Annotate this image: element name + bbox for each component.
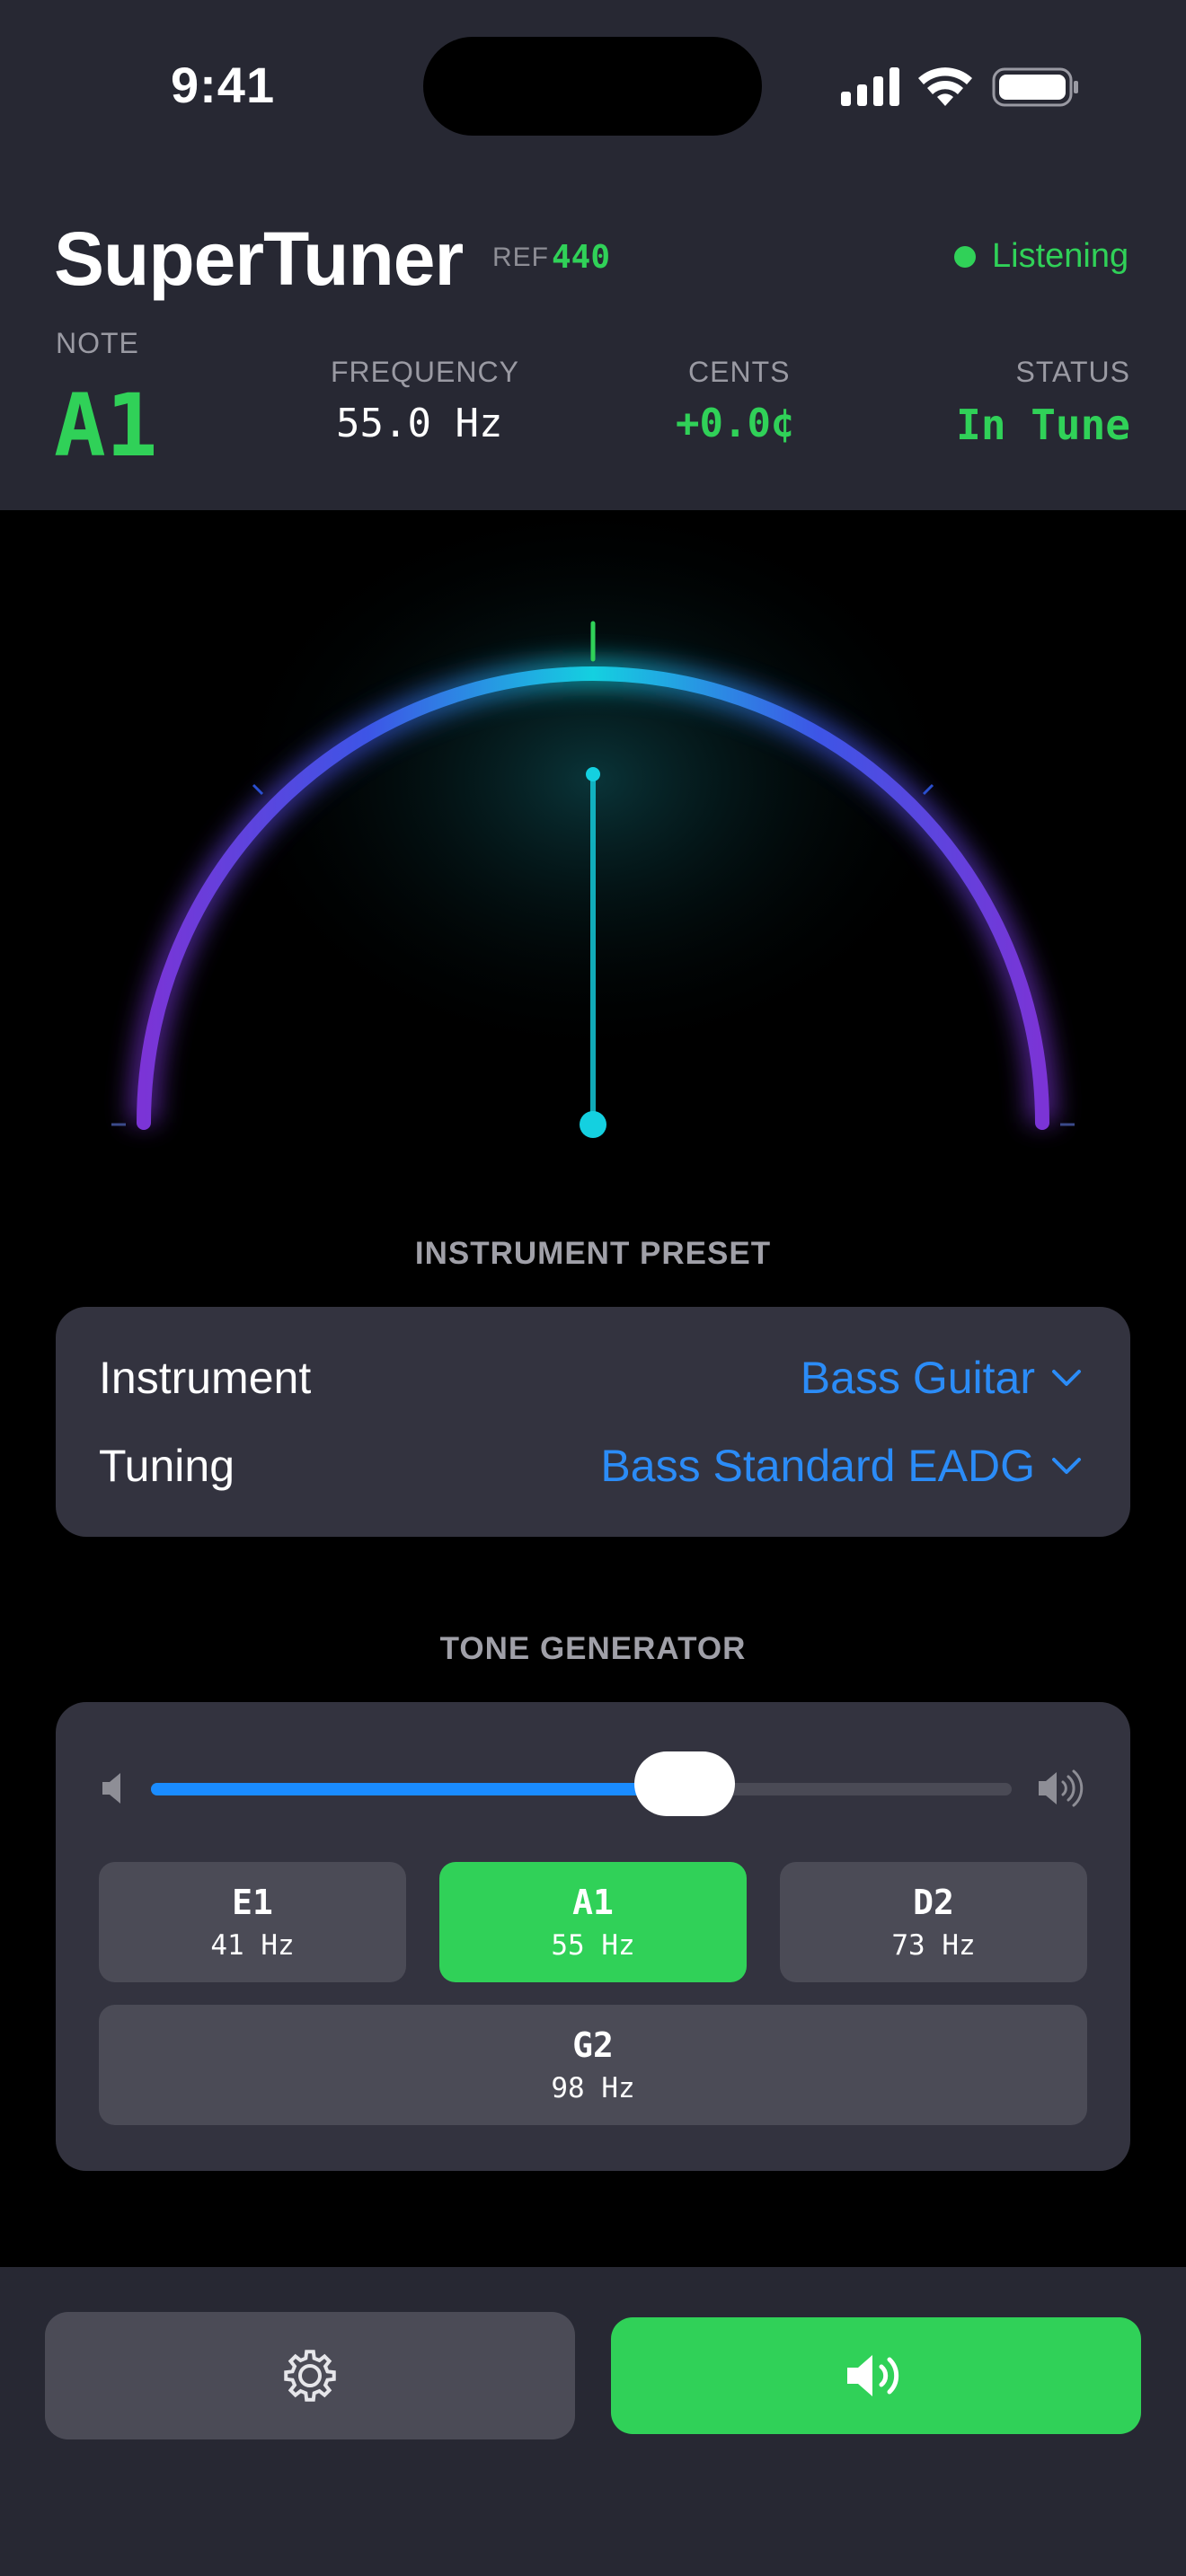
frequency-label: FREQUENCY — [331, 356, 519, 388]
tone-note-name: G2 — [572, 2025, 614, 2065]
dynamic-island — [423, 37, 762, 136]
instrument-label: Instrument — [99, 1353, 312, 1403]
volume-high-icon — [1039, 1769, 1084, 1807]
volume-slider[interactable] — [151, 1751, 1012, 1816]
tone-note-button[interactable]: E1 41 Hz — [99, 1862, 406, 1982]
status-icons — [841, 67, 1078, 107]
note-value: A1 — [54, 375, 158, 476]
gear-icon — [284, 2350, 336, 2402]
volume-slider-fill — [151, 1783, 685, 1795]
ref-value: 440 — [552, 239, 611, 276]
tone-note-name: A1 — [572, 1883, 614, 1922]
cents-label: CENTS — [688, 356, 791, 388]
status-time: 9:41 — [171, 57, 276, 113]
tone-note-button-active[interactable]: A1 55 Hz — [439, 1862, 747, 1982]
chevron-down-icon — [1052, 1370, 1081, 1386]
frequency-value: 55.0 Hz — [336, 401, 503, 446]
tuning-gauge — [111, 510, 1075, 1138]
tone-generator-card: E1 41 Hz A1 55 Hz D2 73 Hz G2 98 Hz — [56, 1702, 1130, 2171]
note-label: NOTE — [56, 327, 139, 359]
tuning-select[interactable]: Bass Standard EADG — [600, 1440, 1082, 1492]
cents-value: +0.0¢ — [676, 401, 795, 446]
app-title: SuperTuner — [54, 216, 464, 301]
play-tone-button[interactable] — [611, 2317, 1141, 2434]
tone-note-name: D2 — [913, 1883, 954, 1922]
chevron-down-icon — [1052, 1458, 1081, 1474]
gauge-needle-pivot — [580, 1111, 606, 1138]
tuning-label: Tuning — [99, 1441, 235, 1491]
wifi-icon — [918, 67, 972, 106]
battery-icon — [992, 67, 1078, 107]
preset-card: Instrument Bass Guitar Tuning Bass Stand… — [56, 1307, 1130, 1537]
listening-indicator-icon — [954, 246, 976, 268]
tone-note-frequency: 73 Hz — [891, 1929, 976, 1962]
status-label: STATUS — [1015, 356, 1130, 388]
cellular-signal-icon — [841, 67, 899, 106]
instrument-value: Bass Guitar — [800, 1353, 1035, 1403]
speaker-icon — [847, 2355, 899, 2396]
settings-button[interactable] — [45, 2312, 575, 2439]
tone-note-name: E1 — [232, 1883, 273, 1922]
tone-section-title: TONE GENERATOR — [439, 1631, 747, 1666]
tone-note-frequency: 98 Hz — [551, 2072, 635, 2104]
volume-slider-thumb[interactable] — [633, 1751, 735, 1816]
ref-label: REF — [492, 243, 549, 272]
tone-note-button[interactable]: G2 98 Hz — [99, 2005, 1087, 2125]
preset-section-title: INSTRUMENT PRESET — [414, 1236, 772, 1271]
tone-note-frequency: 41 Hz — [210, 1929, 295, 1962]
status-value: In Tune — [956, 401, 1130, 449]
tuning-value: Bass Standard EADG — [600, 1441, 1035, 1491]
tone-note-button[interactable]: D2 73 Hz — [780, 1862, 1087, 1982]
bottom-bar — [0, 2267, 1186, 2576]
tone-note-frequency: 55 Hz — [551, 1929, 635, 1962]
gauge-needle-tip — [586, 767, 600, 781]
header-panel: 9:41 SuperTuner REF 440 Listening NOTE A… — [0, 0, 1186, 510]
volume-low-icon — [102, 1773, 120, 1804]
instrument-select[interactable]: Bass Guitar — [801, 1352, 1082, 1404]
listening-label: Listening — [992, 237, 1129, 275]
